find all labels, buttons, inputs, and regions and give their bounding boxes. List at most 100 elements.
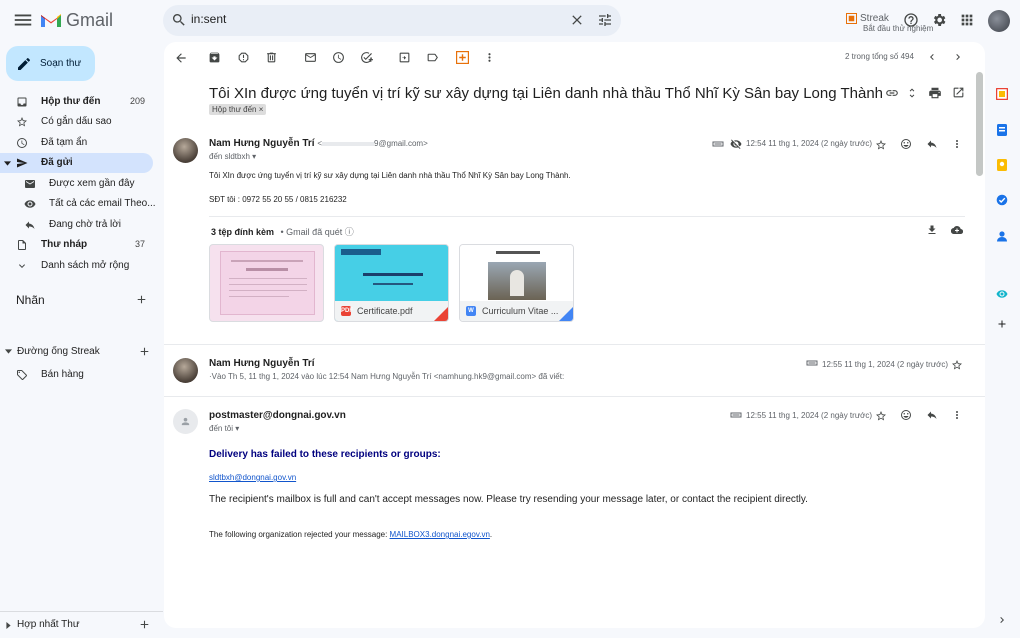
close-icon[interactable] (569, 12, 585, 28)
open-new-window-icon[interactable] (952, 86, 965, 99)
help-button[interactable] (903, 12, 919, 28)
tune-icon[interactable] (597, 12, 613, 28)
sender-name[interactable]: Nam Hưng Nguyễn Trí (209, 358, 315, 369)
plus-icon (140, 347, 149, 356)
pipeline-expand[interactable] (5, 348, 12, 355)
doc-line (229, 278, 307, 279)
star-icon[interactable] (875, 139, 887, 151)
more-vertical-icon[interactable] (951, 409, 963, 421)
expand-all-icon[interactable] (906, 86, 918, 100)
link-icon[interactable] (885, 86, 899, 100)
print-icon[interactable] (928, 86, 942, 100)
archive-icon[interactable] (208, 51, 221, 64)
apps-button[interactable] (959, 12, 975, 28)
move-to-icon[interactable] (398, 51, 411, 64)
streak-button[interactable]: Streak Bắt đầu thử nghiệm (846, 13, 933, 33)
delete-icon[interactable] (265, 51, 278, 64)
message-date[interactable]: 12:55 11 thg 1, 2024 (2 ngày trước) (746, 411, 872, 420)
tasks-app-button[interactable] (996, 194, 1008, 206)
star-icon[interactable] (951, 359, 963, 371)
compose-button[interactable]: Soạn thư (6, 46, 95, 81)
more-vertical-icon[interactable] (483, 51, 496, 64)
sender-name[interactable]: postmaster@dongnai.gov.vn (209, 410, 346, 421)
contacts-app-button[interactable] (996, 230, 1008, 242)
star-icon[interactable] (875, 410, 887, 422)
add-task-icon[interactable] (360, 51, 373, 64)
add-pipeline-button[interactable] (138, 345, 151, 358)
info-icon[interactable]: ⓘ (345, 227, 354, 237)
account-avatar[interactable] (988, 10, 1010, 32)
plus-icon (140, 620, 149, 629)
sidebar-item-count: 37 (134, 239, 145, 249)
eye-off-icon[interactable] (730, 138, 742, 150)
sidebar-item-drafts[interactable]: Thư nháp 37 (0, 235, 153, 255)
reply-icon[interactable] (926, 409, 938, 421)
remove-label-button[interactable]: × (259, 105, 264, 114)
mail-merge-title[interactable]: Hợp nhất Thư (17, 619, 80, 630)
tracking-icon[interactable] (806, 358, 818, 368)
keep-app-button[interactable] (996, 124, 1008, 136)
download-all-icon[interactable] (926, 224, 938, 236)
message-divider (164, 396, 985, 397)
streak-box-icon[interactable] (456, 51, 469, 64)
sidebar-item-recently-viewed[interactable]: Được xem gần đây (0, 174, 153, 194)
sender-avatar[interactable] (173, 409, 198, 434)
sidebar-item-snoozed[interactable]: Đã tạm ẩn (0, 133, 153, 153)
doc-line (229, 290, 307, 291)
recipient-line[interactable]: đến sldtbxh ▾ (209, 152, 256, 161)
label-icon[interactable] (426, 51, 439, 64)
sidebar-item-awaiting-reply[interactable]: Đang chờ trả lời (0, 215, 153, 235)
tracking-icon[interactable] (712, 139, 724, 149)
reply-icon[interactable] (926, 138, 938, 150)
pipeline-item-sales[interactable]: Bán hàng (0, 365, 153, 385)
settings-button[interactable] (931, 12, 947, 28)
notes-app-button[interactable] (996, 159, 1008, 171)
add-to-drive-icon[interactable] (951, 224, 963, 236)
message-date[interactable]: 12:55 11 thg 1, 2024 (2 ngày trước) (822, 360, 948, 369)
mark-unread-icon[interactable] (304, 51, 317, 64)
search-icon[interactable] (171, 12, 187, 28)
gmail-logo[interactable]: Gmail (40, 10, 113, 31)
message-divider (164, 344, 985, 345)
sidebar-item-more[interactable]: Danh sách mở rộng (0, 256, 153, 276)
add-label-button[interactable] (135, 293, 148, 306)
message-date[interactable]: 12:54 11 thg 1, 2024 (2 ngày trước) (746, 139, 872, 148)
show-side-panel-button[interactable] (996, 614, 1008, 626)
main-menu-button[interactable] (12, 9, 34, 31)
sidebar-item-starred[interactable]: Có gắn dấu sao (0, 112, 153, 132)
sender-avatar[interactable] (173, 358, 198, 383)
report-spam-icon[interactable] (237, 51, 250, 64)
sidebar-item-inbox[interactable]: Hộp thư đến 209 (0, 92, 153, 112)
email-subject: Tôi XIn được ứng tuyển vị trí kỹ sư xây … (209, 85, 884, 102)
pipeline-title[interactable]: Đường ống Streak (17, 346, 100, 357)
search-input[interactable] (191, 12, 551, 26)
failed-recipient-link[interactable]: sldtbxh@dongnai.gov.vn (209, 473, 296, 482)
attachment-card[interactable]: Certificate.pdf PDF (334, 244, 449, 322)
back-arrow-icon[interactable] (174, 51, 188, 65)
chevron-right-icon[interactable] (952, 51, 964, 63)
attachment-thumbnail[interactable] (209, 244, 324, 322)
caret-down-icon[interactable] (4, 160, 11, 167)
sender-name-text: Nam Hưng Nguyễn Trí (209, 138, 315, 149)
scrollbar-thumb[interactable] (976, 72, 983, 176)
more-vertical-icon[interactable] (951, 138, 963, 150)
calendar-app-button[interactable] (996, 88, 1008, 100)
chevron-left-icon[interactable] (926, 51, 938, 63)
sender-name[interactable]: Nam Hưng Nguyễn Trí <9@gmail.com> (209, 138, 428, 149)
snooze-icon[interactable] (332, 51, 345, 64)
footer-expand[interactable] (5, 622, 12, 629)
sender-avatar[interactable] (173, 138, 198, 163)
emoji-icon[interactable] (900, 138, 912, 150)
sidebar-item-sent[interactable]: Đã gửi (0, 153, 153, 173)
tracking-icon[interactable] (730, 410, 742, 420)
emoji-icon[interactable] (900, 409, 912, 421)
sidebar-item-tracked-emails[interactable]: Tất cả các email Theo... (0, 194, 156, 214)
message-snippet[interactable]: ·Vào Th 5, 11 thg 1, 2024 vào lúc 12:54 … (209, 372, 564, 381)
get-addons-button[interactable] (996, 318, 1008, 330)
recipient-line[interactable]: đến tôi ▾ (209, 424, 239, 433)
search-bar[interactable] (163, 5, 621, 36)
add-mail-merge-button[interactable] (138, 618, 151, 631)
streak-rail-button[interactable] (996, 288, 1008, 300)
org-link[interactable]: MAILBOX3.dongnai.egov.vn (390, 530, 490, 539)
attachment-card[interactable]: Curriculum Vitae ... W (459, 244, 574, 322)
